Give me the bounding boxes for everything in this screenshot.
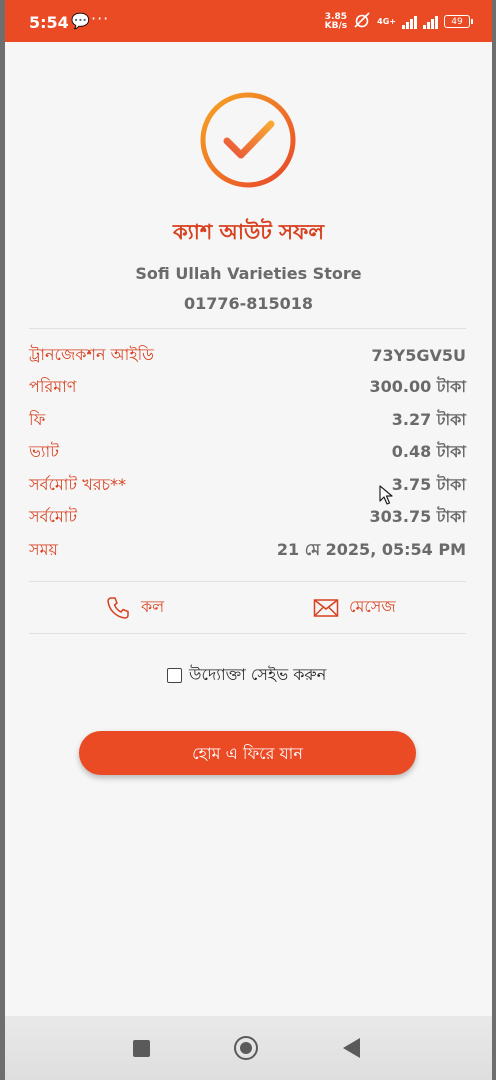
merchant-phone: 01776-815018 xyxy=(183,294,314,313)
battery-icon: 49 xyxy=(444,15,473,28)
mouse-cursor-icon xyxy=(379,485,393,505)
status-icons: 3.85 KB/s 4G+ 49 xyxy=(324,12,473,31)
detail-value: 21 মে 2025, 05:54 PM xyxy=(276,539,466,559)
network-type: 4G+ xyxy=(377,16,396,26)
alarm-off-icon xyxy=(353,12,371,31)
more-notifications-icon: ··· xyxy=(91,9,110,28)
detail-row-amount: পরিমাণ 300.00 টাকা xyxy=(29,372,466,405)
detail-label: সর্বমোট খরচ** xyxy=(29,474,127,494)
recents-button[interactable] xyxy=(133,1040,150,1057)
detail-row-total-cost: সর্বমোট খরচ** 3.75 টাকা xyxy=(29,469,466,502)
network-speed-unit: KB/s xyxy=(324,20,348,31)
transaction-details: ট্রানজেকশন আইডি 73Y5GV5U পরিমাণ 300.00 ট… xyxy=(29,339,466,567)
detail-row-total: সর্বমোট 303.75 টাকা xyxy=(29,502,466,535)
status-bar: 5:54 💬 ··· 3.85 KB/s 4G+ 49 xyxy=(5,0,492,42)
detail-value: 0.48 টাকা xyxy=(391,442,466,462)
success-check-icon xyxy=(200,92,296,188)
call-label: কল xyxy=(141,597,165,616)
phone-icon xyxy=(107,596,129,619)
detail-row-transaction-id: ট্রানজেকশন আইডি 73Y5GV5U xyxy=(29,339,466,372)
divider xyxy=(29,581,466,582)
save-entrepreneur-option[interactable]: উদ্যোক্তা সেইভ করুন xyxy=(167,662,326,689)
detail-value: 3.27 টাকা xyxy=(391,409,466,429)
chat-bubble-icon: 💬 xyxy=(71,12,90,30)
detail-label: ভ্যাট xyxy=(29,442,59,462)
merchant-name: Sofi Ullah Varieties Store xyxy=(135,264,362,283)
message-button[interactable]: মেসেজ xyxy=(313,594,396,621)
detail-label: ট্রানজেকশন আইডি xyxy=(29,344,154,364)
call-button[interactable]: কল xyxy=(105,594,164,621)
detail-label: পরিমাণ xyxy=(29,377,77,397)
screen: 5:54 💬 ··· 3.85 KB/s 4G+ 49 ক্যাশ আউট সফ… xyxy=(5,0,492,1080)
signal-icon xyxy=(402,15,417,29)
detail-label: সময় xyxy=(29,539,58,559)
divider xyxy=(29,633,466,634)
network-speed: 3.85 KB/s xyxy=(324,12,348,31)
home-nav-button[interactable] xyxy=(234,1036,258,1060)
detail-value: 300.00 টাকা xyxy=(369,377,466,397)
save-entrepreneur-checkbox[interactable] xyxy=(167,668,182,683)
detail-value: 3.75 টাকা xyxy=(391,474,466,494)
divider xyxy=(29,328,466,329)
navigation-bar xyxy=(5,1016,492,1080)
go-home-button[interactable]: হোম এ ফিরে যান xyxy=(79,731,416,775)
detail-row-vat: ভ্যাট 0.48 টাকা xyxy=(29,437,466,470)
detail-row-fee: ফি 3.27 টাকা xyxy=(29,404,466,437)
status-time: 5:54 xyxy=(29,13,69,32)
success-title: ক্যাশ আউট সফল xyxy=(172,220,325,244)
back-button[interactable] xyxy=(343,1038,360,1058)
detail-value: 303.75 টাকা xyxy=(369,507,466,527)
mail-icon xyxy=(313,598,339,617)
contact-actions: কল মেসেজ xyxy=(29,584,466,632)
detail-label: ফি xyxy=(29,409,46,429)
detail-label: সর্বমোট xyxy=(29,507,78,527)
signal-icon-2 xyxy=(423,15,438,29)
detail-value: 73Y5GV5U xyxy=(371,345,466,365)
detail-row-time: সময় 21 মে 2025, 05:54 PM xyxy=(29,534,466,567)
save-entrepreneur-label: উদ্যোক্তা সেইভ করুন xyxy=(189,665,327,684)
message-label: মেসেজ xyxy=(349,597,396,616)
